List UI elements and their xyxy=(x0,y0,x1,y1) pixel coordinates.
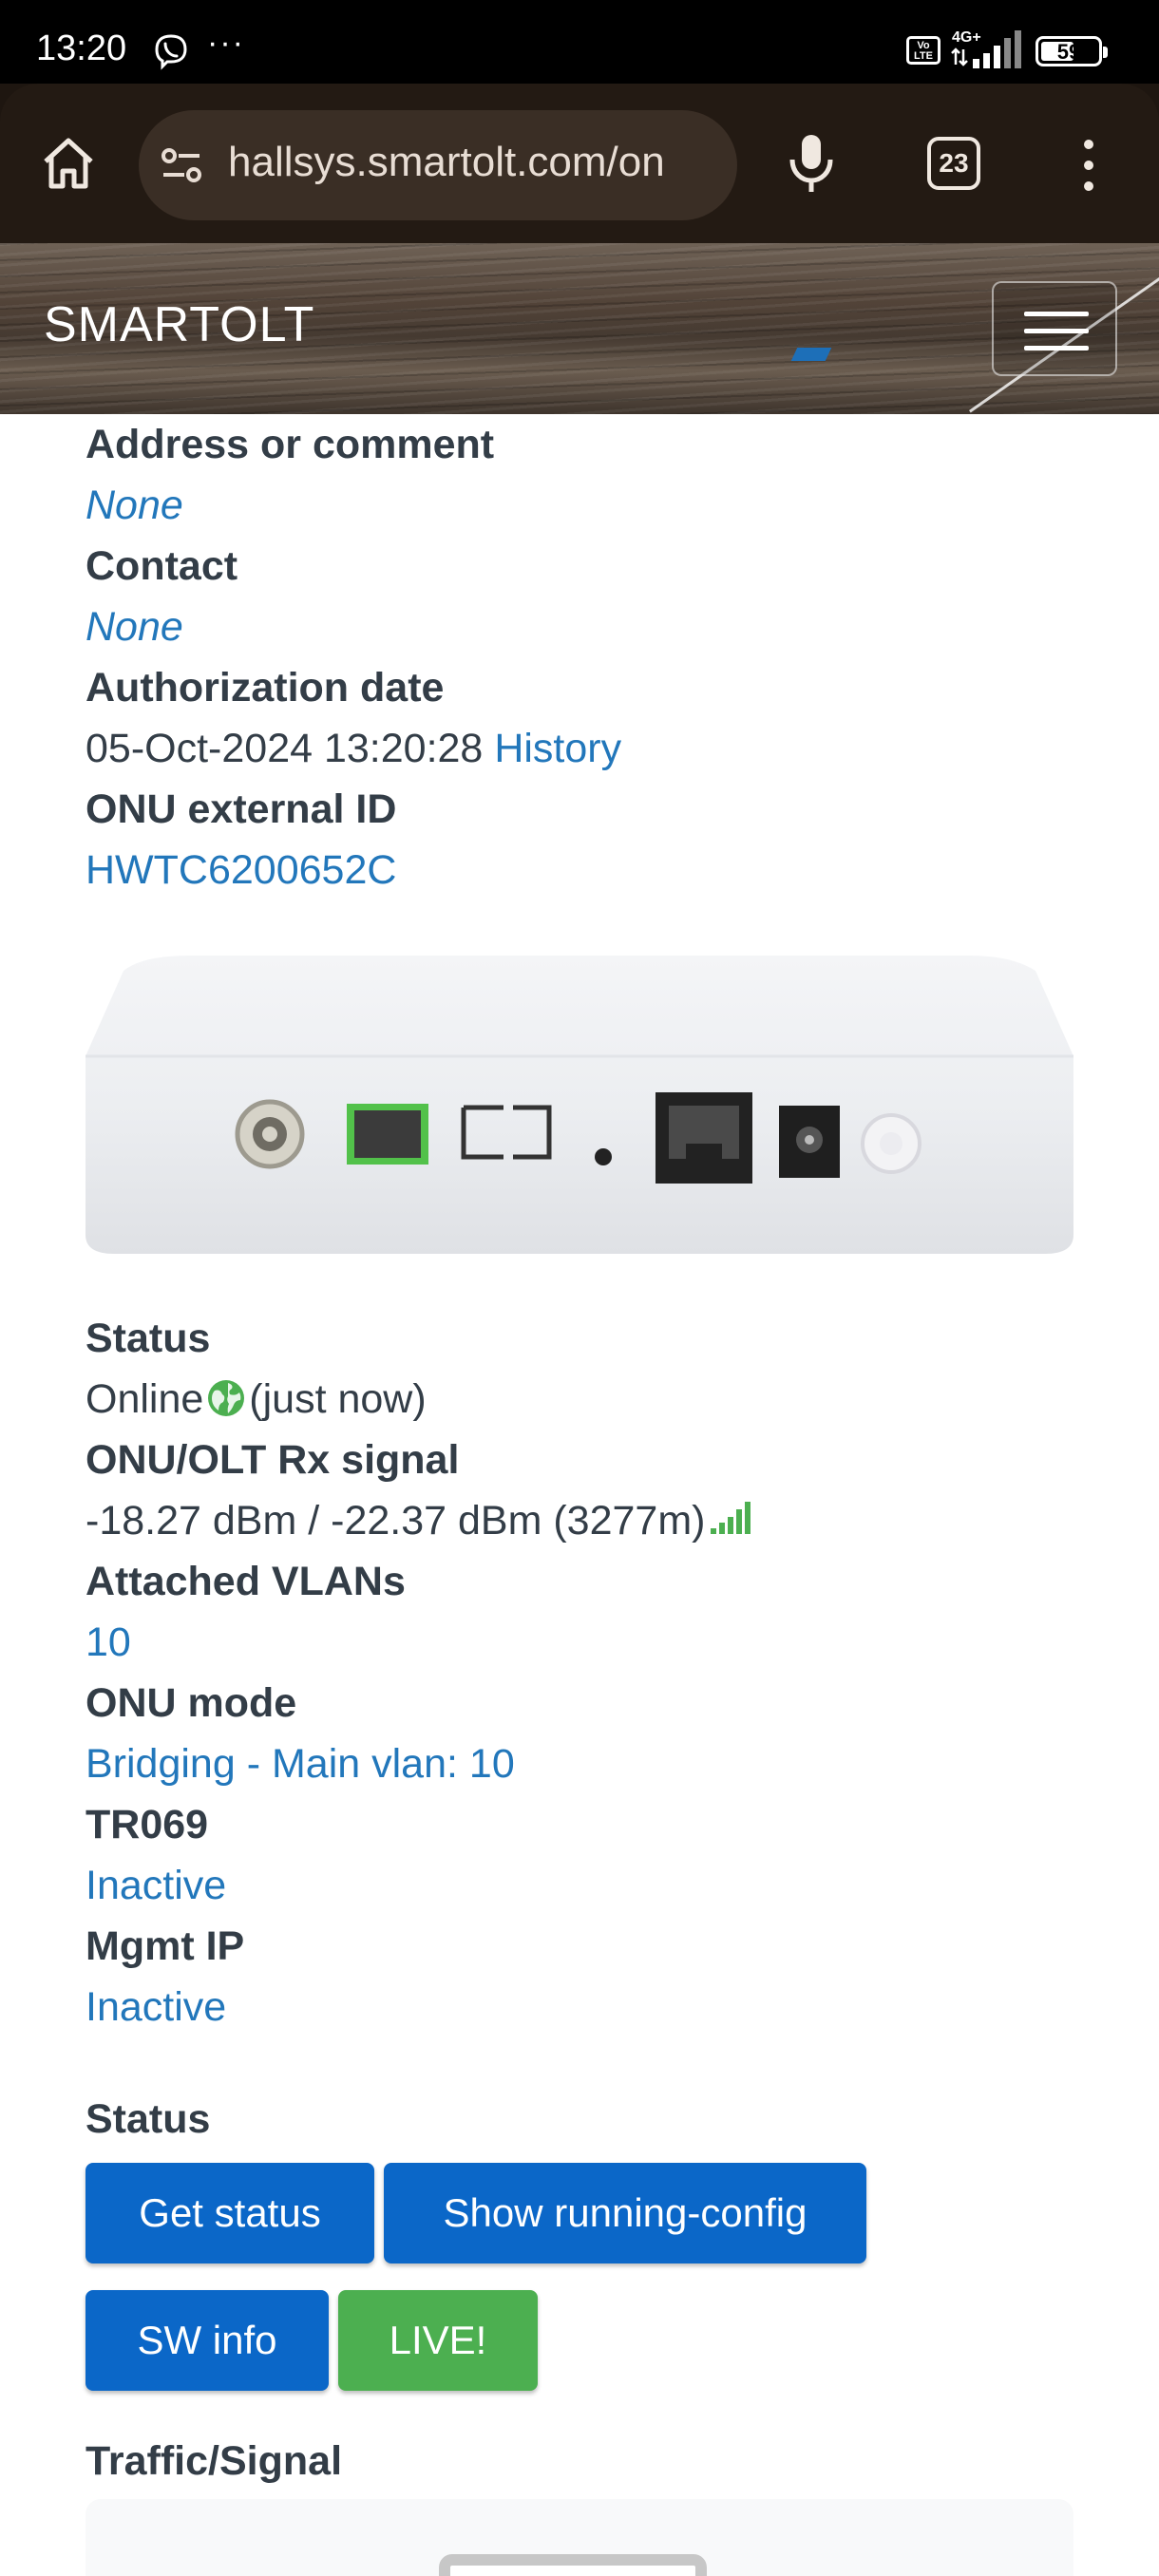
status-online: Online xyxy=(86,1376,204,1422)
volte-icon: Vo LTE xyxy=(906,36,940,65)
status-actions-row-1: Get status Show running-config xyxy=(86,2163,1074,2263)
volte-line2: LTE xyxy=(914,50,933,62)
mgmt-ip-value[interactable]: Inactive xyxy=(86,1977,1074,2037)
status-actions-row-2: SW info LIVE! xyxy=(86,2290,1074,2391)
more-notifications-icon: ··· xyxy=(207,25,245,61)
viber-icon xyxy=(155,34,187,70)
signal-strength-icon xyxy=(711,1502,751,1534)
traffic-signal-label: Traffic/Signal xyxy=(86,2438,343,2484)
header-background-detail xyxy=(790,348,832,361)
address-label: Address or comment xyxy=(86,422,495,467)
mgmt-ip-label: Mgmt IP xyxy=(86,1923,245,1969)
contact-value[interactable]: None xyxy=(86,597,1074,657)
home-icon[interactable] xyxy=(38,133,99,194)
tr069-label: TR069 xyxy=(86,1802,209,1847)
rx-signal-row: -18.27 dBm / -22.37 dBm (3277m) xyxy=(86,1490,1074,1551)
external-id-value[interactable]: HWTC6200652C xyxy=(86,840,1074,900)
authorization-date-label: Authorization date xyxy=(86,665,445,710)
onu-details: Address or comment None Contact None Aut… xyxy=(86,414,1074,2576)
status-time: (just now) xyxy=(249,1376,427,1422)
address-value[interactable]: None xyxy=(86,475,1074,536)
battery-level: 59 xyxy=(1056,40,1081,64)
show-running-config-button[interactable]: Show running-config xyxy=(384,2163,866,2263)
history-link[interactable]: History xyxy=(494,726,621,771)
browser-toolbar: hallsys.smartolt.com/on 23 xyxy=(0,84,1159,243)
status-label: Status xyxy=(86,1316,211,1361)
url-text[interactable]: hallsys.smartolt.com/on xyxy=(228,139,665,186)
sw-info-button[interactable]: SW info xyxy=(86,2290,329,2391)
traffic-graph-panel[interactable] xyxy=(86,2499,1074,2576)
rx-signal-label: ONU/OLT Rx signal xyxy=(86,1437,460,1483)
vlans-value[interactable]: 10 xyxy=(86,1612,1074,1673)
authorization-date-row: 05-Oct-2024 13:20:28 History xyxy=(86,718,1074,779)
rx-signal-value: -18.27 dBm / -22.37 dBm (3277m) xyxy=(86,1498,706,1544)
clock: 13:20 xyxy=(36,28,127,68)
battery-icon: 59 xyxy=(1036,36,1108,66)
overflow-menu-icon[interactable] xyxy=(1079,137,1098,194)
tr069-value[interactable]: Inactive xyxy=(86,1855,1074,1916)
get-status-button[interactable]: Get status xyxy=(86,2163,374,2263)
site-settings-icon[interactable] xyxy=(160,146,203,184)
site-header: SMARTOLT xyxy=(0,243,1159,414)
external-id-label: ONU external ID xyxy=(86,786,397,832)
tab-switcher-button[interactable]: 23 xyxy=(927,137,980,190)
brand-logo[interactable]: SMARTOLT xyxy=(44,296,314,353)
online-globe-icon xyxy=(208,1380,245,1416)
network-type-label: 4G+ xyxy=(952,29,981,46)
contact-label: Contact xyxy=(86,543,238,589)
vlans-label: Attached VLANs xyxy=(86,1559,406,1604)
onu-mode-value[interactable]: Bridging - Main vlan: 10 xyxy=(86,1733,1074,1794)
onu-mode-label: ONU mode xyxy=(86,1680,297,1726)
graph-placeholder-icon xyxy=(439,2554,707,2576)
authorization-date-value: 05-Oct-2024 13:20:28 xyxy=(86,726,484,771)
cellular-signal-icon: 4G+ xyxy=(951,29,1021,68)
address-bar[interactable]: hallsys.smartolt.com/on xyxy=(139,110,737,220)
system-status-bar: 13:20 ··· Vo LTE 4G+ 59 xyxy=(0,0,1159,84)
live-button[interactable]: LIVE! xyxy=(338,2290,538,2391)
microphone-icon[interactable] xyxy=(785,131,838,194)
status-actions-label: Status xyxy=(86,2096,211,2142)
status-row: Online (just now) xyxy=(86,1369,1074,1430)
onu-device-image xyxy=(86,956,1074,1254)
hamburger-menu-button[interactable] xyxy=(992,281,1117,376)
